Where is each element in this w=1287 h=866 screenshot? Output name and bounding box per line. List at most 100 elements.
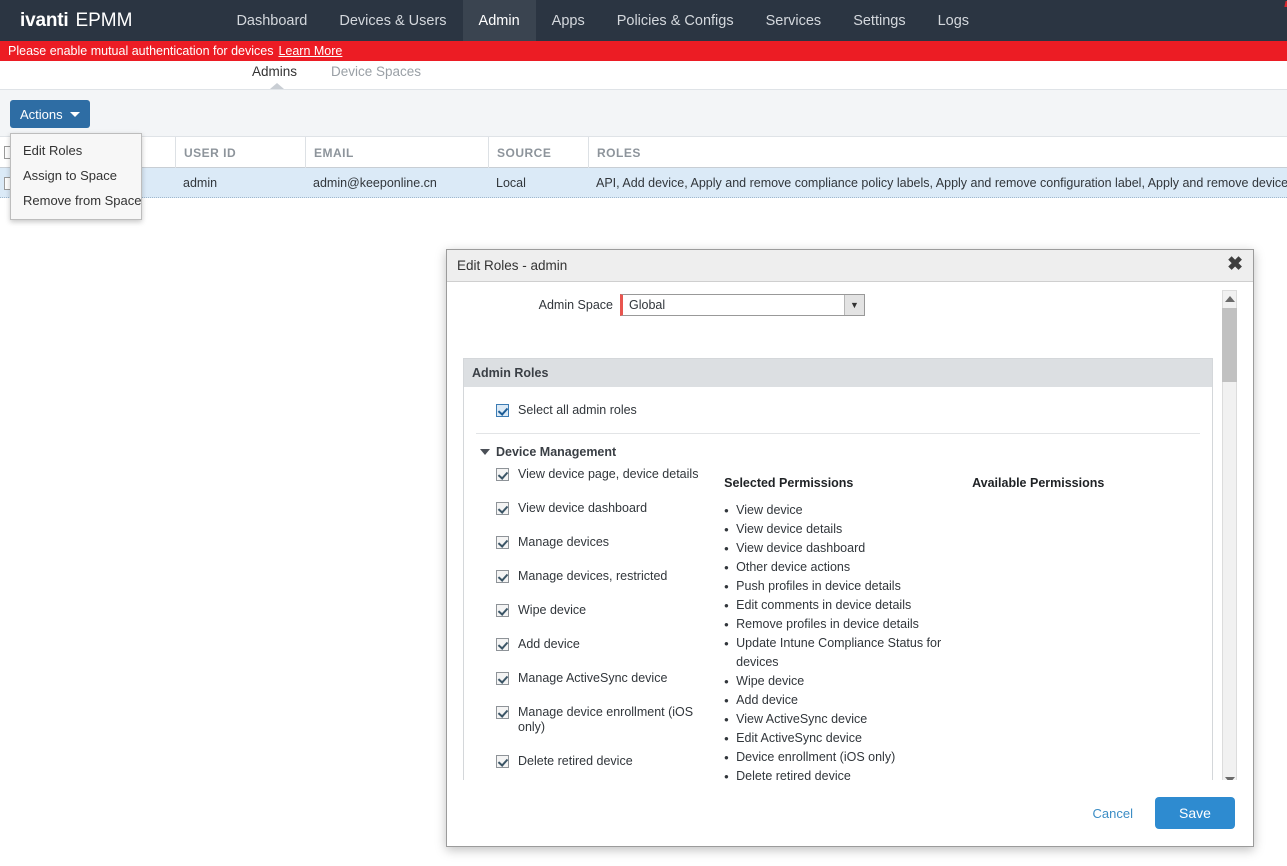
actions-dropdown-menu: Edit RolesAssign to SpaceRemove from Spa…	[10, 133, 142, 220]
permissions-columns: View device page, device details View dev…	[464, 467, 1212, 805]
cell-user-id: admin	[175, 168, 305, 198]
admin-space-label: Admin Space	[447, 298, 620, 312]
edit-roles-dialog: Edit Roles - admin ✖ Admin Space Global …	[446, 249, 1254, 847]
role-checkbox-row[interactable]: View device dashboard	[496, 501, 716, 516]
column-header-user-id[interactable]: USER ID	[175, 137, 305, 168]
selected-permission-item: Device enrollment (iOS only)	[716, 748, 964, 767]
dialog-title: Edit Roles - admin	[457, 258, 567, 273]
brand-logo[interactable]: ivanti EPMM	[0, 0, 142, 41]
selected-permission-item: Remove profiles in device details	[716, 615, 964, 634]
nav-items: Dashboard Devices & Users Admin Apps Policie…	[220, 0, 985, 41]
nav-item-label: Admin	[479, 13, 520, 29]
role-checkbox-row[interactable]: Add device	[496, 637, 716, 652]
save-button[interactable]: Save	[1155, 797, 1235, 829]
nav-item-label: Policies & Configs	[617, 13, 734, 29]
selected-permission-item: Add device	[716, 691, 964, 710]
nav-item-policies-configs[interactable]: Policies & Configs	[601, 0, 750, 41]
table-row[interactable]: adminadmin@keeponline.cnLocalAPI, Add de…	[0, 168, 1287, 198]
available-permissions-title: Available Permissions	[972, 476, 1212, 490]
table-header-row: USER IDEMAILSOURCEROLES	[0, 137, 1287, 168]
nav-item-devices-users[interactable]: Devices & Users	[323, 0, 462, 41]
role-checkbox-label: Manage devices, restricted	[518, 569, 667, 584]
role-checkbox[interactable]	[496, 502, 509, 515]
scroll-up-icon[interactable]	[1225, 296, 1235, 302]
select-all-admin-roles-row[interactable]: Select all admin roles	[464, 387, 1212, 433]
device-management-title: Device Management	[496, 445, 616, 459]
role-checkbox[interactable]	[496, 672, 509, 685]
brand-product: EPMM	[75, 10, 132, 32]
selected-permissions-title: Selected Permissions	[724, 476, 964, 490]
dialog-header: Edit Roles - admin ✖	[447, 250, 1253, 282]
alert-banner: Please enable mutual authentication for …	[0, 41, 1287, 61]
dialog-body: Admin Space Global ▼ Admin Roles Select …	[447, 282, 1253, 814]
chevron-down-icon: ▼	[844, 295, 864, 315]
admins-table: USER IDEMAILSOURCEROLES adminadmin@keepo…	[0, 137, 1287, 198]
menu-item-assign-to-space[interactable]: Assign to Space	[11, 163, 141, 188]
alert-learn-more-link[interactable]: Learn More	[278, 44, 342, 58]
admin-space-select[interactable]: Global ▼	[620, 294, 865, 316]
role-checkbox-row[interactable]: View device page, device details	[496, 467, 716, 482]
role-checkbox-label: Wipe device	[518, 603, 586, 618]
column-header-email[interactable]: EMAIL	[305, 137, 488, 168]
chevron-down-icon	[70, 112, 80, 117]
role-checkbox-label: Manage devices	[518, 535, 609, 550]
select-all-checkbox[interactable]	[496, 404, 509, 417]
dialog-scrollbar-thumb[interactable]	[1222, 308, 1237, 382]
admin-roles-panel: Admin Roles Select all admin roles Devic…	[463, 358, 1213, 805]
toolbar-strip	[0, 89, 1287, 137]
caret-down-icon[interactable]	[480, 449, 490, 455]
column-header-source[interactable]: SOURCE	[488, 137, 588, 168]
role-checkbox-label: View device page, device details	[518, 467, 698, 482]
selected-permissions-column: Selected Permissions View device View dev…	[716, 467, 964, 805]
tab-device-spaces[interactable]: Device Spaces	[331, 64, 421, 79]
role-checkbox-row[interactable]: Delete retired device	[496, 754, 716, 769]
nav-item-dashboard[interactable]: Dashboard	[220, 0, 323, 41]
role-checkbox[interactable]	[496, 706, 509, 719]
role-checkbox-list: View device page, device details View dev…	[496, 467, 716, 805]
role-checkbox[interactable]	[496, 570, 509, 583]
selected-permission-item: Wipe device	[716, 672, 964, 691]
admin-space-value: Global	[629, 298, 665, 312]
actions-button-label: Actions	[20, 107, 63, 122]
menu-item-remove-from-space[interactable]: Remove from Space	[11, 188, 141, 213]
role-checkbox-label: Add device	[518, 637, 580, 652]
nav-item-admin[interactable]: Admin	[463, 0, 536, 41]
nav-item-services[interactable]: Services	[750, 0, 838, 41]
device-management-section-header[interactable]: Device Management	[464, 434, 1212, 467]
role-checkbox-row[interactable]: Manage devices, restricted	[496, 569, 716, 584]
role-checkbox-row[interactable]: Manage ActiveSync device	[496, 671, 716, 686]
role-checkbox[interactable]	[496, 755, 509, 768]
role-checkbox[interactable]	[496, 536, 509, 549]
nav-item-logs[interactable]: Logs	[922, 0, 985, 41]
role-checkbox-row[interactable]: Wipe device	[496, 603, 716, 618]
selected-permission-item: View device	[716, 501, 964, 520]
tab-admins[interactable]: Admins	[252, 64, 297, 79]
role-checkbox-label: View device dashboard	[518, 501, 647, 516]
role-checkbox[interactable]	[496, 468, 509, 481]
nav-item-label: Dashboard	[236, 13, 307, 29]
column-header-roles[interactable]: ROLES	[588, 137, 1287, 168]
role-checkbox[interactable]	[496, 638, 509, 651]
select-all-label: Select all admin roles	[518, 403, 637, 417]
sub-tab-bar	[0, 61, 1287, 89]
role-checkbox-label: Manage device enrollment (iOS only)	[518, 705, 716, 735]
selected-permission-item: Edit ActiveSync device	[716, 729, 964, 748]
admin-space-row: Admin Space Global ▼	[447, 294, 1217, 316]
nav-item-label: Services	[766, 13, 822, 29]
brand-name: ivanti	[20, 10, 68, 32]
selected-permission-item: View device dashboard	[716, 539, 964, 558]
selected-permission-item: Edit comments in device details	[716, 596, 964, 615]
close-icon[interactable]: ✖	[1227, 255, 1243, 275]
admin-roles-panel-title: Admin Roles	[464, 359, 1212, 387]
selected-permission-item: Push profiles in device details	[716, 577, 964, 596]
nav-item-settings[interactable]: Settings	[837, 0, 921, 41]
nav-item-apps[interactable]: Apps	[536, 0, 601, 41]
role-checkbox[interactable]	[496, 604, 509, 617]
role-checkbox-row[interactable]: Manage devices	[496, 535, 716, 550]
cell-roles: API, Add device, Apply and remove compli…	[588, 168, 1287, 198]
available-permissions-column: Available Permissions	[964, 467, 1212, 805]
nav-item-label: Settings	[853, 13, 905, 29]
menu-item-edit-roles[interactable]: Edit Roles	[11, 138, 141, 163]
role-checkbox-row[interactable]: Manage device enrollment (iOS only)	[496, 705, 716, 735]
cancel-button[interactable]: Cancel	[1093, 806, 1133, 821]
